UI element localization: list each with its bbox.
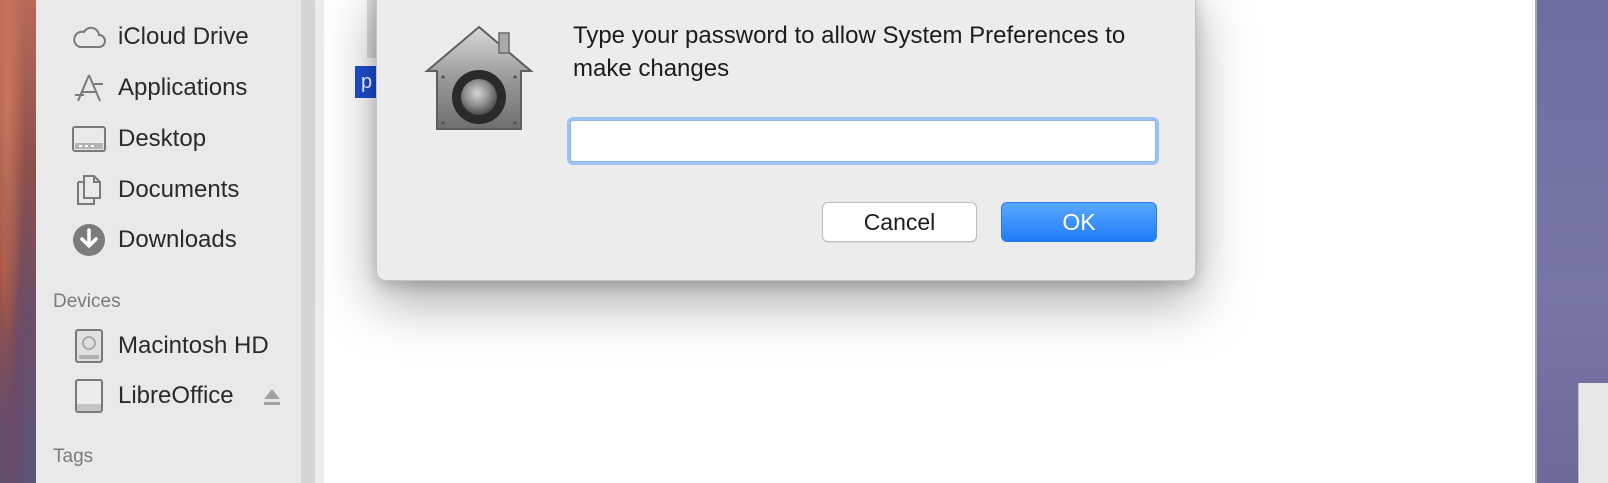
sidebar-item-label: Macintosh HD [118,332,269,359]
sidebar-item-desktop[interactable]: Desktop [70,119,206,159]
eject-icon[interactable] [263,386,281,408]
hard-drive-icon [70,329,108,363]
sidebar-item-label: LibreOffice [118,382,234,409]
selected-item-label[interactable]: p [355,66,377,98]
ok-button[interactable]: OK [1001,202,1157,242]
sidebar-item-macintosh-hd[interactable]: Macintosh HD [70,326,269,366]
documents-icon [70,173,108,207]
sidebar-scrollbar[interactable] [301,0,315,483]
desktop-wallpaper [0,0,36,483]
dialog-message: Type your password to allow System Prefe… [573,22,1126,82]
sidebar-item-label: Desktop [118,125,207,152]
sidebar-item-icloud-drive[interactable]: iCloud Drive [70,17,249,57]
downloads-icon [70,223,108,257]
authentication-dialog: Type your password to allow System Prefe… [376,0,1196,281]
sidebar-item-label: Applications [118,74,248,101]
sidebar-item-applications[interactable]: Applications [70,68,247,108]
devices-heading: Devices [53,291,121,312]
cloud-icon [70,20,108,54]
desktop-icon [70,122,108,156]
password-input[interactable] [570,120,1156,162]
sidebar-item-libreoffice[interactable]: LibreOffice [70,376,234,416]
cancel-button[interactable]: Cancel [822,202,977,242]
sidebar-item-downloads[interactable]: Downloads [70,220,237,260]
tags-heading: Tags [53,446,94,467]
background-window-edge [1578,383,1608,483]
applications-icon [70,71,108,105]
split-divider[interactable] [315,0,324,483]
sidebar-item-label: iCloud Drive [118,23,249,50]
disk-image-icon [70,379,108,413]
sidebar-item-label: Documents [118,176,240,203]
sidebar-item-documents[interactable]: Documents [70,170,239,210]
sidebar-item-label: Downloads [118,226,237,253]
lock-house-icon [421,21,537,137]
finder-sidebar: iCloud Drive Applications Desktop Docume… [36,0,301,483]
